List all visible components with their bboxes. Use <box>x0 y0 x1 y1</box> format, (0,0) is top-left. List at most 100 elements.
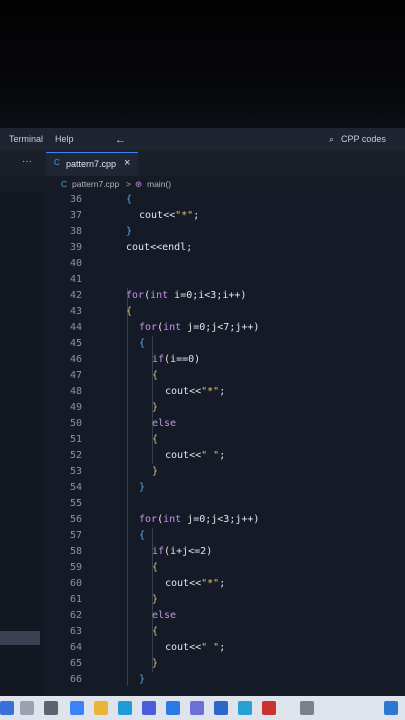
line-number: 59 <box>69 562 82 573</box>
settings-icon[interactable] <box>300 701 314 715</box>
code-line[interactable]: cout<<endl; <box>126 242 192 253</box>
code-line[interactable]: { <box>139 338 145 349</box>
code-token: { <box>139 530 146 541</box>
code-line[interactable]: cout<<"*"; <box>139 210 199 221</box>
code-token: cout<< <box>139 210 176 221</box>
task-view-icon[interactable] <box>44 701 58 715</box>
code-token: " " <box>201 642 220 653</box>
line-number: 66 <box>69 674 82 685</box>
line-number: 39 <box>69 242 82 253</box>
code-token: } <box>139 674 146 685</box>
photos-icon[interactable] <box>238 701 252 715</box>
selected-item[interactable] <box>0 631 40 645</box>
code-editor[interactable]: 36{37 cout<<"*"; 38} 39 cout<<endl; 40 41 42 for… <box>42 192 405 696</box>
code-token: cout<<endl; <box>126 242 193 253</box>
breadcrumb: C pattern7.cpp > ⊛ main() <box>0 176 405 192</box>
start-icon[interactable] <box>0 701 14 715</box>
line-number: 42 <box>69 290 82 301</box>
breadcrumb-file[interactable]: pattern7.cpp <box>72 179 119 189</box>
more-actions-icon[interactable]: ··· <box>22 156 32 167</box>
line-number: 36 <box>69 194 82 205</box>
tab-pattern7[interactable]: C pattern7.cpp × <box>46 152 138 177</box>
menu-terminal[interactable]: Terminal <box>9 134 43 144</box>
code-token: { <box>152 562 159 573</box>
code-line[interactable]: { <box>152 434 158 445</box>
code-line[interactable]: } <box>139 482 145 493</box>
code-token: cout<< <box>165 386 202 397</box>
tab-label: pattern7.cpp <box>66 159 117 169</box>
breadcrumb-separator: > <box>126 179 131 189</box>
workspace-title[interactable]: CPP codes <box>341 134 386 144</box>
code-token: if <box>152 546 165 557</box>
close-icon[interactable]: × <box>124 157 130 169</box>
code-line[interactable]: { <box>152 626 158 637</box>
line-number: 63 <box>69 626 82 637</box>
code-token: ; <box>219 642 226 653</box>
code-line[interactable]: { <box>126 194 132 205</box>
widgets-icon[interactable] <box>70 701 84 715</box>
code-line[interactable]: } <box>152 594 158 605</box>
line-number: 58 <box>69 546 82 557</box>
back-arrow-icon[interactable]: ← <box>115 134 126 146</box>
vscode-window: Terminal Help ← ⌕ CPP codes ··· C patter… <box>0 128 405 696</box>
code-line[interactable]: { <box>152 562 158 573</box>
cpp-file-icon: C <box>54 158 60 167</box>
cpp-file-icon: C <box>61 179 68 189</box>
side-panel <box>0 192 42 696</box>
line-number: 40 <box>69 258 82 269</box>
line-number: 52 <box>69 450 82 461</box>
code-line[interactable]: } <box>139 674 145 685</box>
code-token: if <box>152 354 165 365</box>
store-icon[interactable] <box>142 701 156 715</box>
code-token: ; <box>219 450 226 461</box>
mail-icon[interactable] <box>166 701 180 715</box>
code-line[interactable]: if(i+j<=2) <box>152 546 212 557</box>
code-line[interactable]: } <box>152 466 158 477</box>
code-line[interactable]: else <box>152 610 176 621</box>
menu-help[interactable]: Help <box>55 134 74 144</box>
code-token: { <box>152 434 159 445</box>
line-number: 38 <box>69 226 82 237</box>
code-line[interactable]: cout<<"*"; <box>165 578 225 589</box>
code-line[interactable]: } <box>126 226 132 237</box>
code-line[interactable]: { <box>139 530 145 541</box>
code-line[interactable]: cout<<" "; <box>165 642 225 653</box>
code-token: ; <box>219 578 226 589</box>
line-number: 48 <box>69 386 82 397</box>
code-line[interactable]: } <box>152 402 158 413</box>
code-line[interactable]: else <box>152 418 176 429</box>
teams-icon[interactable] <box>190 701 204 715</box>
code-line[interactable]: { <box>126 306 132 317</box>
code-line[interactable]: for(int j=0;j<3;j++) <box>139 514 259 525</box>
code-token: "*" <box>175 210 194 221</box>
taskbar <box>0 696 405 720</box>
code-token: { <box>152 626 159 637</box>
code-token: else <box>152 418 177 429</box>
line-number: 53 <box>69 466 82 477</box>
code-line[interactable]: cout<<"*"; <box>165 386 225 397</box>
edge-icon[interactable] <box>118 701 132 715</box>
code-line[interactable]: for(int i=0;i<3;i++) <box>126 290 246 301</box>
function-icon: ⊛ <box>135 179 143 189</box>
search-icon[interactable]: ⌕ <box>329 134 334 145</box>
code-line[interactable]: } <box>152 658 158 669</box>
code-line[interactable]: if(i==0) <box>152 354 200 365</box>
word-icon[interactable] <box>214 701 228 715</box>
code-token: i=0;i<3;i++) <box>168 290 247 301</box>
code-token: for <box>139 322 158 333</box>
code-line[interactable]: { <box>152 370 158 381</box>
code-token: ; <box>219 386 226 397</box>
code-token: { <box>126 306 133 317</box>
code-line[interactable]: cout<<" "; <box>165 450 225 461</box>
media-icon[interactable] <box>262 701 276 715</box>
line-number: 41 <box>69 274 82 285</box>
line-number: 56 <box>69 514 82 525</box>
breadcrumb-function[interactable]: main() <box>147 179 171 189</box>
search-icon[interactable] <box>20 701 34 715</box>
line-number: 55 <box>69 498 82 509</box>
code-icon[interactable] <box>384 701 398 715</box>
file-explorer-icon[interactable] <box>94 701 108 715</box>
line-number: 61 <box>69 594 82 605</box>
code-line[interactable]: for(int j=0;j<7;j++) <box>139 322 259 333</box>
code-token: else <box>152 610 177 621</box>
